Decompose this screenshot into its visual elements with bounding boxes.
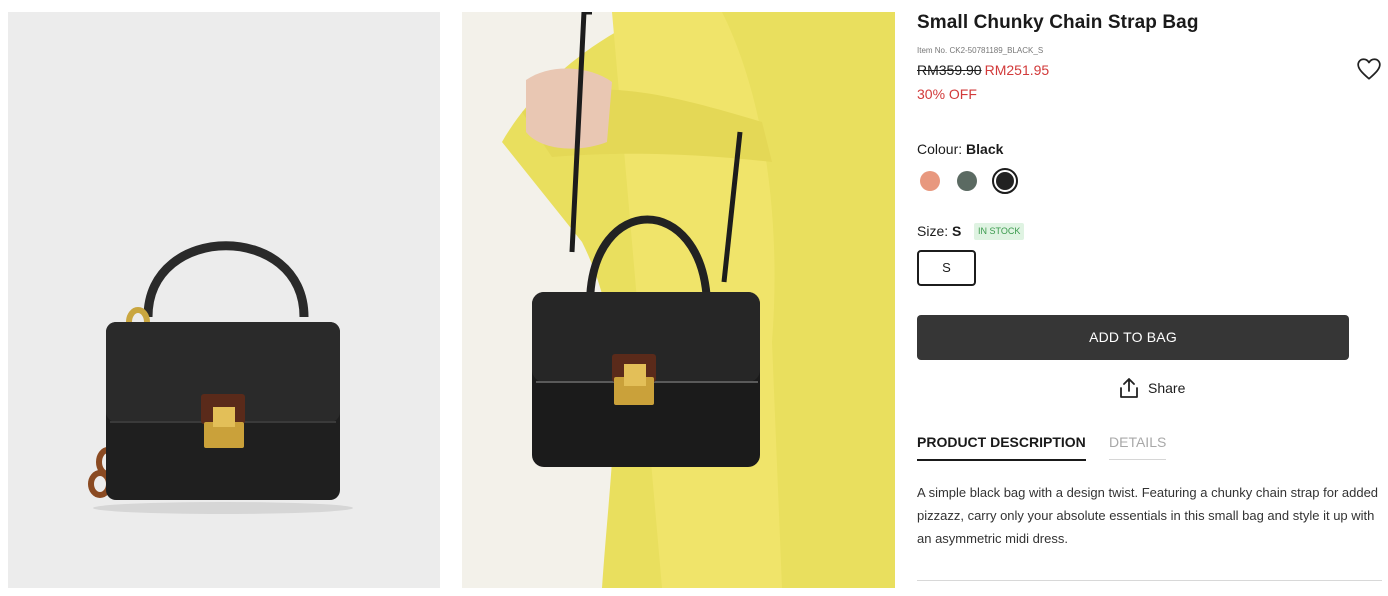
product-image-main[interactable] [8, 12, 440, 588]
sale-price: RM251.95 [984, 62, 1050, 78]
size-option-s[interactable]: S [917, 250, 976, 286]
wishlist-button[interactable] [1356, 56, 1382, 82]
colour-label: Colour: Black [917, 141, 1004, 157]
share-label: Share [1148, 380, 1186, 396]
size-label: Size: S [917, 223, 962, 239]
product-description-text: A simple black bag with a design twist. … [917, 485, 1379, 546]
product-info-panel: Small Chunky Chain Strap Bag Item No. CK… [917, 0, 1382, 596]
price-block: RM359.90 RM251.95 [917, 62, 1049, 78]
swatch-black[interactable] [992, 168, 1018, 194]
divider [917, 580, 1382, 581]
tab-details[interactable]: DETAILS [1109, 434, 1167, 460]
selected-colour: Black [966, 141, 1004, 157]
item-number: Item No. CK2-50781189_BLACK_S [917, 46, 1044, 55]
swatch-coral[interactable] [917, 168, 943, 194]
share-button[interactable]: Share [1117, 375, 1185, 401]
heart-icon [1357, 58, 1381, 80]
swatch-sage[interactable] [954, 168, 980, 194]
black-bag-product-photo [8, 12, 440, 588]
model-holding-bag-photo [462, 12, 895, 588]
add-to-bag-button[interactable]: ADD TO BAG [917, 315, 1349, 360]
original-price: RM359.90 [917, 62, 982, 78]
tab-product-description[interactable]: PRODUCT DESCRIPTION [917, 434, 1086, 461]
product-title: Small Chunky Chain Strap Bag [917, 12, 1199, 33]
stock-status-badge: IN STOCK [974, 223, 1025, 240]
product-image-model[interactable] [462, 12, 895, 588]
share-upload-icon [1120, 378, 1138, 398]
discount-label: 30% OFF [917, 86, 977, 102]
selected-size: S [952, 223, 962, 239]
